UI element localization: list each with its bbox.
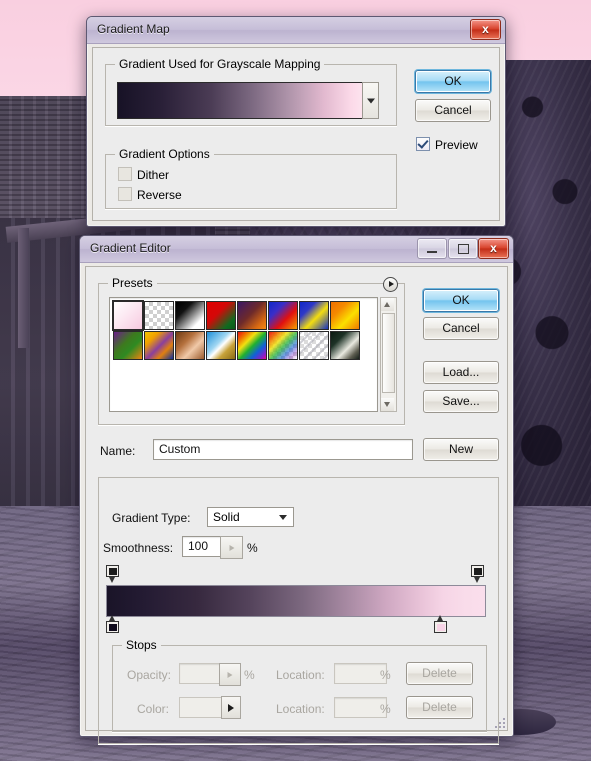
reverse-label: Reverse — [137, 188, 182, 202]
editor-ok-label: OK — [452, 293, 470, 307]
load-button[interactable]: Load... — [423, 361, 499, 384]
opacity-delete-button[interactable]: Delete — [406, 662, 473, 685]
scroll-up-icon[interactable] — [381, 298, 394, 311]
gradient-editor-client: Presets OK Cancel Load... Save... Name: — [85, 266, 508, 744]
presets-group: Presets — [98, 276, 405, 425]
gradient-editor-title: Gradient Editor — [90, 241, 171, 255]
preset-swatch-red-green[interactable] — [206, 301, 236, 330]
editor-cancel-label: Cancel — [442, 321, 480, 335]
preset-swatch-black-white[interactable] — [175, 301, 205, 330]
new-button[interactable]: New — [423, 438, 499, 461]
close-icon[interactable]: x — [470, 19, 501, 40]
smoothness-unit: % — [247, 541, 258, 555]
porch-post — [18, 228, 29, 348]
opacity-stop-start[interactable] — [106, 565, 119, 583]
color-stop-end[interactable] — [434, 615, 447, 633]
chevron-down-icon — [279, 515, 287, 520]
preset-swatch-yellow-violet-orange-blue[interactable] — [144, 331, 174, 360]
preset-swatch-blue-red-yellow[interactable] — [268, 301, 298, 330]
color-location-unit: % — [380, 702, 391, 716]
presets-grid — [112, 300, 360, 360]
scroll-down-icon[interactable] — [381, 398, 394, 411]
gradient-map-title: Gradient Map — [97, 22, 170, 36]
presets-group-title: Presets — [108, 276, 157, 290]
presets-list[interactable] — [109, 297, 378, 412]
gradient-options-group-title: Gradient Options — [115, 147, 214, 161]
preset-swatch-spectrum[interactable] — [237, 331, 267, 360]
name-input[interactable]: Custom — [153, 439, 413, 460]
preset-swatch-foreground-to-transparent[interactable] — [144, 301, 174, 330]
minimize-icon[interactable] — [417, 238, 447, 259]
color-swatch-well[interactable] — [179, 697, 222, 718]
close-icon[interactable]: x — [478, 238, 509, 259]
smoothness-stepper[interactable] — [220, 536, 243, 559]
opacity-unit: % — [244, 668, 255, 682]
gradient-map-cancel-button[interactable]: Cancel — [415, 99, 491, 122]
preset-swatch-steel-bar[interactable] — [330, 331, 360, 360]
preview-checkbox[interactable]: Preview — [416, 137, 478, 152]
new-label: New — [448, 442, 473, 456]
opacity-location-unit: % — [380, 668, 391, 682]
preset-swatch-transparent-stripes[interactable] — [299, 331, 329, 360]
gradient-strip[interactable] — [106, 585, 486, 617]
color-delete-label: Delete — [422, 700, 457, 714]
gradient-type-select[interactable]: Solid — [207, 507, 294, 527]
dither-checkbox[interactable]: Dither — [118, 167, 169, 182]
gradient-preview-swatch[interactable] — [117, 82, 364, 119]
opacity-stepper[interactable] — [219, 663, 241, 686]
gradient-used-group: Gradient Used for Grayscale Mapping — [105, 57, 397, 126]
color-location-label: Location: — [276, 702, 325, 716]
preset-swatch-chrome[interactable] — [206, 331, 236, 360]
save-label: Save... — [442, 394, 480, 408]
opacity-stop-end[interactable] — [471, 565, 484, 583]
color-delete-button[interactable]: Delete — [406, 696, 473, 719]
smoothness-label: Smoothness: — [103, 541, 174, 555]
load-label: Load... — [442, 365, 480, 379]
name-label: Name: — [100, 444, 136, 458]
stops-group-title: Stops — [122, 638, 161, 652]
opacity-delete-label: Delete — [422, 666, 457, 680]
gradient-type-label: Gradient Type: — [112, 511, 191, 525]
editor-cancel-button[interactable]: Cancel — [423, 317, 499, 340]
preset-swatch-violet-orange[interactable] — [237, 301, 267, 330]
preview-checkbox-box — [416, 137, 430, 151]
gradient-map-client: Gradient Used for Grayscale Mapping Grad… — [92, 47, 500, 221]
maximize-icon[interactable] — [448, 238, 478, 259]
reverse-checkbox[interactable]: Reverse — [118, 187, 182, 202]
gradient-editor-titlebar[interactable]: Gradient Editor x — [80, 236, 513, 263]
color-label: Color: — [137, 702, 170, 716]
gradient-map-cancel-label: Cancel — [434, 103, 472, 117]
color-stop-start[interactable] — [106, 615, 119, 633]
chevron-down-icon[interactable] — [362, 82, 379, 119]
dither-checkbox-box — [118, 167, 132, 181]
preview-label: Preview — [435, 138, 478, 152]
stops-group: Stops Opacity: % Location: % Delete Colo… — [112, 638, 487, 732]
preset-swatch-transparent-rainbow[interactable] — [268, 331, 298, 360]
preset-swatch-foreground-to-background[interactable] — [112, 300, 144, 331]
gradient-options-group: Gradient Options Dither Reverse — [105, 147, 397, 209]
preset-swatch-violet-green-orange[interactable] — [113, 331, 143, 360]
color-picker-arrow-icon[interactable] — [221, 696, 241, 719]
presets-menu-arrow-icon[interactable] — [383, 277, 398, 292]
gradient-type-value: Solid — [213, 510, 240, 524]
presets-scrollbar[interactable] — [380, 297, 397, 412]
resize-grip[interactable] — [493, 716, 505, 728]
reverse-checkbox-box — [118, 187, 132, 201]
save-button[interactable]: Save... — [423, 390, 499, 413]
gradient-used-group-title: Gradient Used for Grayscale Mapping — [115, 57, 325, 71]
preset-swatch-copper[interactable] — [175, 331, 205, 360]
gradient-editor-dialog: Gradient Editor x Presets OK Cancel Load… — [79, 235, 514, 744]
gradient-map-ok-button[interactable]: OK — [415, 70, 491, 93]
opacity-location-label: Location: — [276, 668, 325, 682]
gradient-map-dialog: Gradient Map x Gradient Used for Graysca… — [86, 16, 506, 227]
preset-swatch-orange-yellow-orange[interactable] — [330, 301, 360, 330]
opacity-label: Opacity: — [127, 668, 172, 682]
scroll-thumb[interactable] — [382, 313, 395, 393]
editor-ok-button[interactable]: OK — [423, 289, 499, 312]
dither-label: Dither — [137, 168, 170, 182]
gradient-map-titlebar[interactable]: Gradient Map x — [87, 17, 505, 44]
gradient-map-ok-label: OK — [444, 74, 462, 88]
preset-swatch-blue-yellow-blue[interactable] — [299, 301, 329, 330]
